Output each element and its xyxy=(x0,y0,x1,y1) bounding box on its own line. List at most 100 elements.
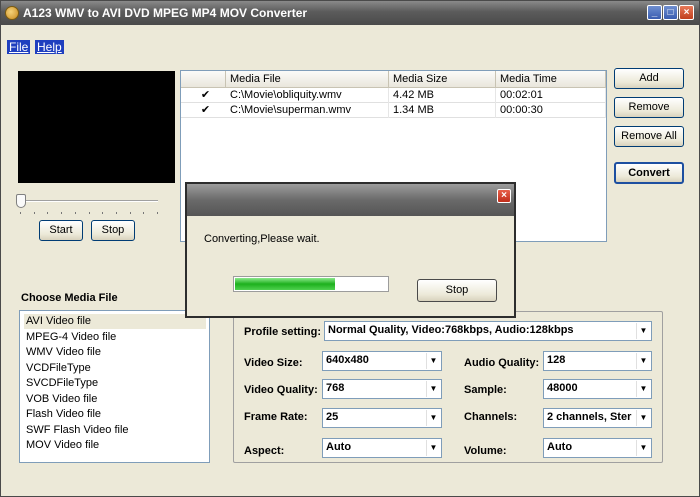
dialog-title-bar[interactable]: × xyxy=(187,184,514,216)
table-row[interactable]: ✔ C:\Movie\superman.wmv 1.34 MB 00:00:30 xyxy=(181,103,606,118)
volume-label: Volume: xyxy=(464,445,507,457)
seek-slider-ticks xyxy=(20,212,158,214)
row-time: 00:00:30 xyxy=(496,103,606,118)
list-item[interactable]: VCDFileType xyxy=(24,361,91,376)
remove-all-button[interactable]: Remove All xyxy=(614,126,684,147)
video-quality-value: 768 xyxy=(326,382,345,394)
chevron-down-icon[interactable]: ▼ xyxy=(426,353,440,369)
frame-rate-label: Frame Rate: xyxy=(244,411,308,423)
column-media-file[interactable]: Media File xyxy=(226,71,389,88)
player-stop-button[interactable]: Stop xyxy=(91,220,135,241)
list-item[interactable]: MOV Video file xyxy=(24,438,99,453)
remove-button[interactable]: Remove xyxy=(614,97,684,118)
slider-tick xyxy=(130,212,131,214)
choose-media-title: Choose Media File xyxy=(21,292,118,304)
channels-value: 2 channels, Ster xyxy=(547,411,632,423)
dialog-close-button[interactable]: × xyxy=(497,189,511,203)
column-media-time[interactable]: Media Time xyxy=(496,71,606,88)
audio-quality-select[interactable]: 128 ▼ xyxy=(543,351,652,371)
add-button[interactable]: Add xyxy=(614,68,684,89)
progress-bar xyxy=(233,276,389,292)
seek-slider-thumb[interactable] xyxy=(16,194,26,208)
row-file: C:\Movie\superman.wmv xyxy=(226,103,389,118)
slider-tick xyxy=(61,212,62,214)
dialog-stop-button[interactable]: Stop xyxy=(417,279,497,302)
chevron-down-icon[interactable]: ▼ xyxy=(636,440,650,456)
list-item[interactable]: SWF Flash Video file xyxy=(24,423,129,438)
chevron-down-icon[interactable]: ▼ xyxy=(636,410,650,426)
sample-value: 48000 xyxy=(547,382,578,394)
slider-tick xyxy=(47,212,48,214)
slider-tick xyxy=(75,212,76,214)
volume-select[interactable]: Auto ▼ xyxy=(543,438,652,458)
media-type-list[interactable]: AVI Video file MPEG-4 Video file WMV Video… xyxy=(19,310,210,463)
convert-button[interactable]: Convert xyxy=(614,162,684,184)
slider-tick xyxy=(157,212,158,214)
channels-label: Channels: xyxy=(464,411,518,423)
list-item[interactable]: WMV Video file xyxy=(24,345,101,360)
video-quality-label: Video Quality: xyxy=(244,384,318,396)
profile-label: Profile setting: xyxy=(244,326,322,338)
slider-tick xyxy=(116,212,117,214)
start-button[interactable]: Start xyxy=(39,220,83,241)
progress-bar-fill xyxy=(235,278,335,290)
channels-select[interactable]: 2 channels, Ster ▼ xyxy=(543,408,652,428)
video-size-label: Video Size: xyxy=(244,357,303,369)
row-file: C:\Movie\obliquity.wmv xyxy=(226,88,389,103)
list-item[interactable]: VOB Video file xyxy=(24,392,97,407)
close-button[interactable]: × xyxy=(679,5,694,20)
list-item[interactable]: SVCDFileType xyxy=(24,376,98,391)
slider-tick xyxy=(89,212,90,214)
seek-slider-track[interactable] xyxy=(20,200,158,202)
dialog-message: Converting,Please wait. xyxy=(204,233,320,245)
chevron-down-icon[interactable]: ▼ xyxy=(636,323,650,339)
chevron-down-icon[interactable]: ▼ xyxy=(426,440,440,456)
sample-select[interactable]: 48000 ▼ xyxy=(543,379,652,399)
aspect-value: Auto xyxy=(326,441,352,453)
video-quality-select[interactable]: 768 ▼ xyxy=(322,379,442,399)
list-item[interactable]: Flash Video file xyxy=(24,407,101,422)
aspect-select[interactable]: Auto ▼ xyxy=(322,438,442,458)
chevron-down-icon[interactable]: ▼ xyxy=(636,353,650,369)
settings-panel: Profile setting: Normal Quality, Video:7… xyxy=(233,311,663,463)
frame-rate-value: 25 xyxy=(326,411,339,423)
audio-quality-label: Audio Quality: xyxy=(464,357,540,369)
video-preview xyxy=(18,71,175,183)
row-time: 00:02:01 xyxy=(496,88,606,103)
menu-help[interactable]: Help xyxy=(35,40,64,54)
title-bar[interactable]: A123 WMV to AVI DVD MPEG MP4 MOV Convert… xyxy=(1,1,699,25)
frame-rate-select[interactable]: 25 ▼ xyxy=(322,408,442,428)
video-size-value: 640x480 xyxy=(326,354,369,366)
minimize-button[interactable]: _ xyxy=(647,5,662,20)
window-title: A123 WMV to AVI DVD MPEG MP4 MOV Convert… xyxy=(23,6,308,20)
aspect-label: Aspect: xyxy=(244,445,285,457)
row-size: 1.34 MB xyxy=(389,103,496,118)
slider-tick xyxy=(143,212,144,214)
slider-tick xyxy=(102,212,103,214)
chevron-down-icon[interactable]: ▼ xyxy=(426,381,440,397)
volume-value: Auto xyxy=(547,441,573,453)
file-list-header: Media File Media Size Media Time xyxy=(181,71,606,88)
column-check[interactable] xyxy=(181,71,226,88)
profile-value: Normal Quality, Video:768kbps, Audio:128… xyxy=(328,324,574,336)
slider-tick xyxy=(20,212,21,214)
row-checkbox[interactable]: ✔ xyxy=(199,104,212,117)
slider-tick xyxy=(34,212,35,214)
chevron-down-icon[interactable]: ▼ xyxy=(426,410,440,426)
profile-select[interactable]: Normal Quality, Video:768kbps, Audio:128… xyxy=(324,321,652,341)
list-item[interactable]: MPEG-4 Video file xyxy=(24,330,116,345)
column-media-size[interactable]: Media Size xyxy=(389,71,496,88)
chevron-down-icon[interactable]: ▼ xyxy=(636,381,650,397)
menu-file[interactable]: File xyxy=(7,40,31,54)
maximize-button[interactable]: □ xyxy=(663,5,678,20)
audio-quality-value: 128 xyxy=(547,354,566,366)
row-size: 4.42 MB xyxy=(389,88,496,103)
app-icon xyxy=(5,6,19,20)
video-size-select[interactable]: 640x480 ▼ xyxy=(322,351,442,371)
table-row[interactable]: ✔ C:\Movie\obliquity.wmv 4.42 MB 00:02:0… xyxy=(181,88,606,103)
menu-bar: File Help xyxy=(1,39,699,55)
row-checkbox[interactable]: ✔ xyxy=(199,89,212,102)
progress-dialog: × Converting,Please wait. Stop xyxy=(185,182,516,318)
main-window: A123 WMV to AVI DVD MPEG MP4 MOV Convert… xyxy=(0,0,700,497)
list-item[interactable]: AVI Video file xyxy=(24,314,206,329)
